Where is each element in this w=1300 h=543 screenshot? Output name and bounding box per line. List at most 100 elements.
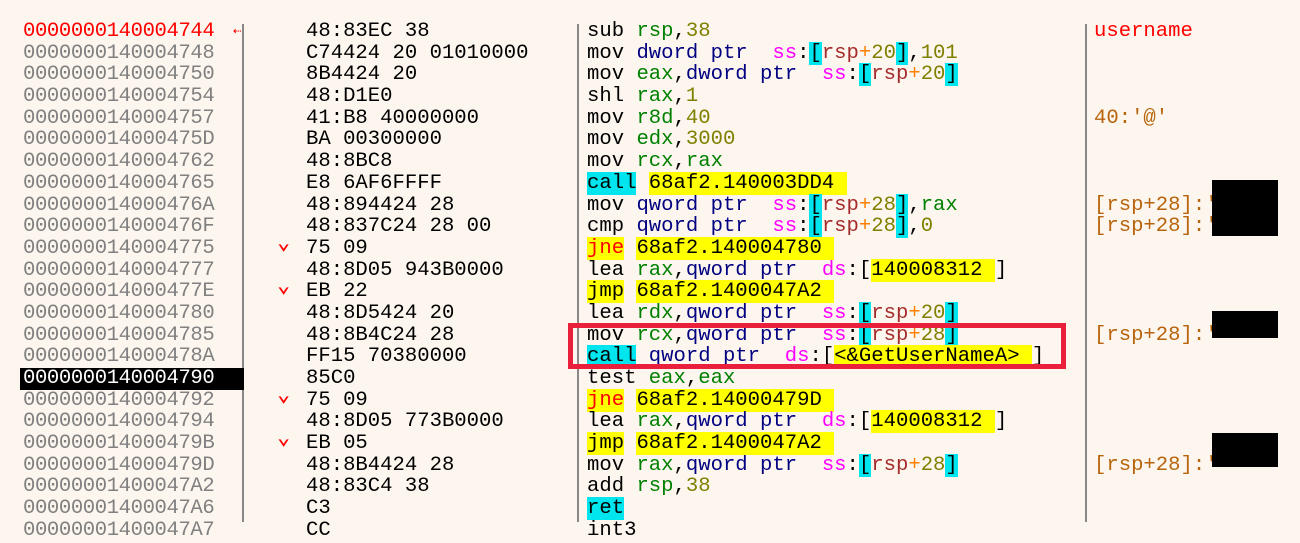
disasm-row[interactable]: 000000014000479D 48:8B4424 28 mov rax,qwor…	[0, 453, 1300, 477]
address-cell[interactable]: 0000000140004750	[23, 64, 243, 86]
address-cell[interactable]: 00000001400047A6	[23, 498, 243, 520]
disasm-row[interactable]: 0000000140004757 41:B8 40000000 mov r8d,40…	[0, 107, 1300, 130]
jump-down-arrow-icon[interactable]: ⌄	[277, 383, 290, 406]
bytes-cell[interactable]: 85C0	[306, 368, 355, 390]
bytes-cell[interactable]: BA 00300000	[306, 129, 442, 151]
bytes-cell[interactable]: 48:D1E0	[306, 86, 393, 108]
address-cell[interactable]: 000000014000478A	[23, 346, 243, 368]
disassembly-cell[interactable]: int3	[587, 519, 636, 542]
disassembly-cell[interactable]: mov eax,dword ptr ss:[rsp+20]	[587, 63, 958, 87]
disassembly-cell[interactable]: shl rax,1	[587, 86, 698, 108]
bytes-cell[interactable]: 48:83EC 38	[306, 21, 430, 43]
disassembly-cell[interactable]: mov edx,3000	[587, 129, 735, 151]
address-cell[interactable]: 000000014000476F	[23, 216, 243, 238]
disasm-row[interactable]: 0000000140004750 8B4424 20 mov eax,dword p…	[0, 63, 1300, 87]
comment-cell[interactable]: [rsp+28]:'	[1094, 324, 1218, 347]
address-cell[interactable]: 0000000140004765	[23, 173, 243, 195]
disassembly-cell[interactable]: mov rcx,rax	[587, 151, 723, 173]
address-cell[interactable]: 000000014000477E	[23, 281, 243, 303]
disassembly-cell[interactable]: lea rax,qword ptr ds:[140008312 ]	[587, 258, 1007, 282]
bytes-cell[interactable]: 48:83C4 38	[306, 476, 430, 498]
bytes-cell[interactable]: 48:894424 28	[306, 194, 454, 217]
disassembly-cell[interactable]: lea rax,qword ptr ds:[140008312 ]	[587, 410, 1007, 434]
jump-down-arrow-icon[interactable]: ⌄	[277, 427, 290, 449]
disasm-row[interactable]: 0000000140004754 48:D1E0 shl rax,1	[0, 86, 1300, 108]
disasm-row[interactable]: 00000001400047A2 48:83C4 38 add rsp,38	[0, 476, 1300, 498]
disassembly-cell[interactable]: mov rax,qword ptr ss:[rsp+28]	[587, 453, 958, 477]
address-cell[interactable]: 00000001400047A2	[23, 476, 243, 498]
comment-cell[interactable]: [rsp+28]:'	[1094, 455, 1218, 477]
address-cell[interactable]: 0000000140004794	[23, 411, 243, 433]
address-cell[interactable]: 0000000140004744	[23, 21, 243, 43]
disassembly-cell[interactable]: mov dword ptr ss:[rsp+20],101	[587, 41, 958, 65]
disasm-row[interactable]: 0000000140004780 48:8D5424 20 lea rdx,qwor…	[0, 301, 1300, 325]
disassembly-cell[interactable]: add rsp,38	[587, 476, 711, 498]
bytes-cell[interactable]: E8 6AF6FFFF	[306, 173, 442, 195]
disasm-row[interactable]: 000000014000475D BA 00300000 mov edx,3000	[0, 129, 1300, 151]
disasm-row[interactable]: 0000000140004777 48:8D05 943B0000 lea rax,…	[0, 258, 1300, 282]
address-cell[interactable]: 0000000140004777	[23, 259, 243, 282]
disassembly-cell[interactable]: mov qword ptr ss:[rsp+28],rax	[587, 193, 958, 217]
address-cell[interactable]: 0000000140004748	[23, 42, 243, 65]
disassembly-cell[interactable]: jmp 68af2.1400047A2	[587, 432, 835, 456]
disasm-row[interactable]: 00000001400047A7 CC int3	[0, 519, 1300, 542]
disasm-row[interactable]: 0000000140004775 ⌄ 75 09 jne 68af2.14000478…	[0, 232, 1300, 260]
disasm-row[interactable]: 000000014000476A 48:894424 28 mov qword pt…	[0, 193, 1300, 217]
bytes-cell[interactable]: FF15 70380000	[306, 346, 467, 368]
address-cell[interactable]: 000000014000479B	[23, 433, 243, 455]
address-cell[interactable]: 0000000140004754	[23, 86, 243, 108]
bytes-cell[interactable]: 48:8B4C24 28	[306, 324, 454, 347]
bytes-cell[interactable]: EB 05	[306, 433, 368, 455]
bytes-cell[interactable]: C3	[306, 498, 331, 520]
disassembly-cell[interactable]: jne 68af2.140004780	[587, 236, 835, 260]
address-cell[interactable]: 000000014000479D	[23, 455, 243, 477]
disassembly-cell[interactable]: mov r8d,40	[587, 107, 711, 130]
bytes-cell[interactable]: 48:8D5424 20	[306, 303, 454, 325]
address-cell[interactable]: 00000001400047A7	[23, 520, 243, 542]
disasm-row[interactable]: 00000001400047A6 C3 ret	[0, 497, 1300, 521]
disassembly-cell[interactable]: test eax,eax	[587, 368, 735, 390]
jump-down-arrow-icon[interactable]: ⌄	[277, 232, 290, 254]
disasm-row[interactable]: 0000000140004744 ⇠ 48:83EC 38 sub rsp,38 use…	[0, 21, 1300, 43]
disasm-row[interactable]: 0000000140004762 48:8BC8 mov rcx,rax	[0, 151, 1300, 173]
address-cell[interactable]: 0000000140004757	[23, 108, 243, 130]
jump-down-arrow-icon[interactable]: ⌄	[277, 275, 290, 297]
disasm-row[interactable]: 0000000140004765 E8 6AF6FFFF call 68af2.14…	[0, 171, 1300, 195]
comment-cell[interactable]: 40:'@'	[1094, 108, 1168, 130]
address-cell[interactable]: 0000000140004790	[20, 368, 244, 390]
disassembly-cell[interactable]: cmp qword ptr ss:[rsp+28],0	[587, 215, 933, 239]
address-cell[interactable]: 0000000140004792	[23, 389, 243, 412]
disasm-row[interactable]: 0000000140004748 C74424 20 01010000 mov dw…	[0, 41, 1300, 65]
disasm-row[interactable]: 000000014000476F 48:837C24 28 00 cmp qword…	[0, 215, 1300, 239]
label-cell[interactable]: username	[1094, 21, 1193, 43]
address-cell[interactable]: 0000000140004780	[23, 303, 243, 325]
bytes-cell[interactable]: EB 22	[306, 281, 368, 303]
disasm-row[interactable]: 000000014000477E ⌄ EB 22 jmp 68af2.1400047A…	[0, 275, 1300, 304]
disasm-row[interactable]: 0000000140004790 85C0 test eax,eax	[0, 368, 1300, 390]
comment-cell[interactable]: [rsp+28]:'	[1094, 216, 1218, 238]
bytes-cell[interactable]: 48:837C24 28 00	[306, 216, 491, 238]
address-cell[interactable]: 0000000140004775	[23, 238, 243, 260]
address-cell[interactable]: 000000014000476A	[23, 194, 243, 217]
bytes-cell[interactable]: 75 09	[306, 238, 368, 260]
address-cell[interactable]: 000000014000475D	[23, 129, 243, 151]
bytes-cell[interactable]: CC	[306, 520, 331, 542]
disassembly-cell[interactable]: jne 68af2.14000479D	[587, 388, 835, 412]
bytes-cell[interactable]: 48:8BC8	[306, 151, 393, 173]
bytes-cell[interactable]: C74424 20 01010000	[306, 42, 528, 65]
address-cell[interactable]: 0000000140004762	[23, 151, 243, 173]
disassembly-cell[interactable]: lea rdx,qword ptr ss:[rsp+20]	[587, 301, 958, 325]
disassembly-cell[interactable]: jmp 68af2.1400047A2	[587, 280, 835, 304]
disassembly-listing[interactable]: 0000000140004744 ⇠ 48:83EC 38 sub rsp,38 use…	[0, 21, 1300, 542]
disassembly-cell[interactable]: ret	[587, 497, 625, 521]
disassembly-cell[interactable]: call 68af2.140003DD4	[587, 171, 847, 195]
bytes-cell[interactable]: 41:B8 40000000	[306, 108, 479, 130]
disasm-row[interactable]: 0000000140004794 48:8D05 773B0000 lea rax,…	[0, 410, 1300, 434]
bytes-cell[interactable]: 75 09	[306, 389, 368, 412]
disasm-row[interactable]: 000000014000479B ⌄ EB 05 jmp 68af2.1400047A…	[0, 427, 1300, 456]
address-cell[interactable]: 0000000140004785	[23, 324, 243, 347]
bytes-cell[interactable]: 48:8D05 943B0000	[306, 259, 504, 282]
bytes-cell[interactable]: 48:8B4424 28	[306, 455, 454, 477]
bytes-cell[interactable]: 8B4424 20	[306, 64, 417, 86]
disasm-row[interactable]: 0000000140004792 ⌄ 75 09 jne 68af2.14000479…	[0, 383, 1300, 412]
